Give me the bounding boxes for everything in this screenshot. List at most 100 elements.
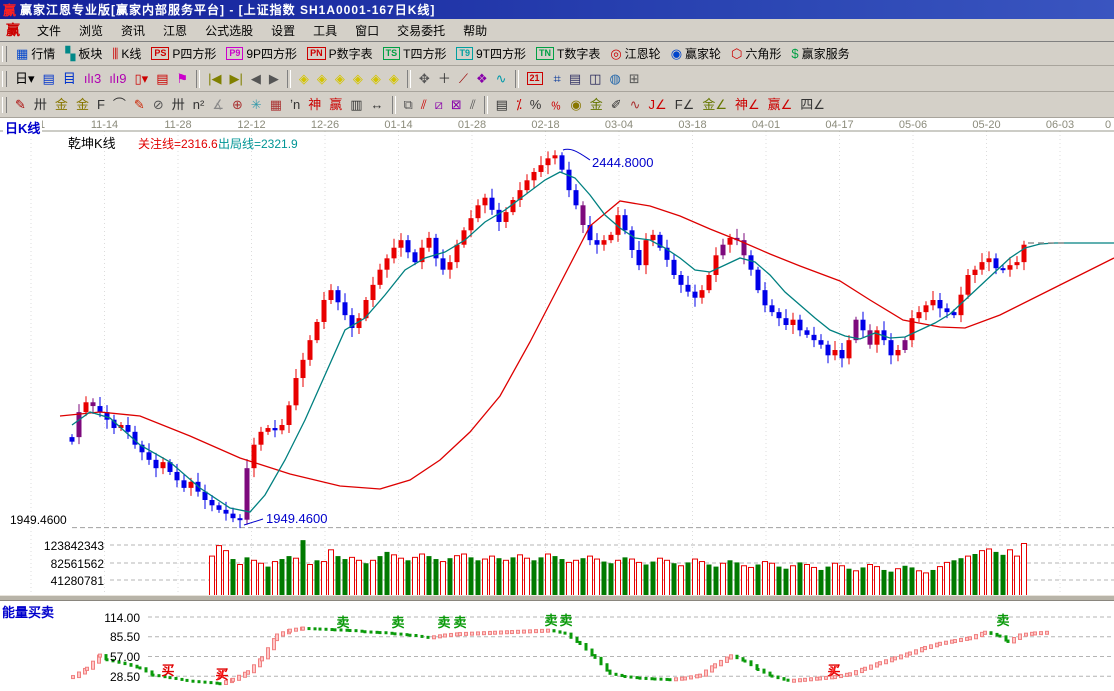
btn-save[interactable]: ◫: [586, 69, 604, 89]
tool-ying-angle[interactable]: 赢∠: [765, 95, 796, 115]
btn-diamond-compress[interactable]: ◈: [368, 69, 384, 89]
tool-gold-ruler-2[interactable]: 金: [73, 95, 92, 115]
btn-info-doc[interactable]: 目: [60, 69, 79, 89]
btn-notepad[interactable]: ▤: [566, 69, 584, 89]
menu-settings[interactable]: 设置: [262, 20, 304, 41]
tool-gold-ruler-1[interactable]: 金: [52, 95, 71, 115]
title-bar[interactable]: 赢 赢家江恩专业版[赢家内部服务平台] - [上证指数 SH1A0001-167…: [0, 0, 1114, 19]
tool-n-quote[interactable]: ʼn: [287, 95, 303, 115]
app-menu-icon[interactable]: 赢: [0, 20, 28, 40]
btn-kline[interactable]: ⫼ K线: [108, 44, 145, 64]
btn-9p-square[interactable]: P9 9P四方形: [222, 44, 301, 64]
btn-next[interactable]: ▶: [266, 69, 282, 89]
btn-gann-shape[interactable]: ❖: [473, 69, 491, 89]
menu-gann[interactable]: 江恩: [154, 20, 196, 41]
btn-chart-red[interactable]: ▤: [153, 69, 171, 89]
btn-winner-wheel[interactable]: ◉ 赢家轮: [667, 44, 725, 64]
btn-export[interactable]: ⊞: [626, 69, 643, 89]
tool-width[interactable]: ↔: [368, 95, 387, 115]
tool-pen-measure[interactable]: ✎: [131, 95, 148, 115]
tool-compass-circle[interactable]: ⊘: [150, 95, 167, 115]
tool-scale[interactable]: ▤: [493, 95, 511, 115]
btn-pan-hand[interactable]: ✥: [416, 69, 433, 89]
btn-crosshair[interactable]: ＋: [435, 69, 454, 89]
menu-window[interactable]: 窗口: [346, 20, 388, 41]
menu-browse[interactable]: 浏览: [70, 20, 112, 41]
btn-prev[interactable]: ◀: [248, 69, 264, 89]
btn-cycle-tool[interactable]: ∿: [493, 69, 510, 89]
btn-diamond-down[interactable]: ◈: [350, 69, 366, 89]
chart-canvas[interactable]: [0, 118, 1114, 691]
tool-box[interactable]: ⧉: [401, 95, 416, 115]
tool-gold-angle[interactable]: 金∠: [699, 95, 730, 115]
toolbar-grip[interactable]: [2, 70, 7, 87]
btn-calendar[interactable]: 21: [524, 69, 549, 89]
tool-percent-lines[interactable]: ﹪: [546, 95, 565, 115]
btn-line-marker[interactable]: ⟋: [456, 69, 471, 89]
tool-hash-ruler[interactable]: 卅: [31, 95, 50, 115]
btn-first-page[interactable]: |◀: [205, 69, 224, 89]
btn-t-square[interactable]: TS T四方形: [379, 44, 451, 64]
candle-body: [979, 262, 985, 270]
tool-si-angle[interactable]: 四∠: [797, 95, 828, 115]
tool-fence[interactable]: ▥: [347, 95, 365, 115]
tool-grid-web[interactable]: ▦: [267, 95, 285, 115]
menu-formula-stockpick[interactable]: 公式选股: [196, 20, 262, 41]
tool-grid-fan[interactable]: ⊠: [448, 95, 465, 115]
btn-bars-3[interactable]: ılı3: [81, 69, 104, 89]
tool-arc[interactable]: ⌒: [110, 95, 129, 115]
btn-period-day[interactable]: 日▾: [12, 69, 38, 89]
tool-hash-ruler-2[interactable]: 卅: [169, 95, 188, 115]
btn-p-table[interactable]: PN P数字表: [303, 44, 377, 64]
menu-help[interactable]: 帮助: [454, 20, 496, 41]
tool-j-angle[interactable]: J∠: [646, 95, 670, 115]
volume-bar-up: [720, 562, 726, 597]
btn-t-table[interactable]: TN T数字表: [532, 44, 604, 64]
menu-file[interactable]: 文件: [28, 20, 70, 41]
toolbar-grip[interactable]: [2, 45, 7, 62]
btn-p-square[interactable]: PS P四方形: [147, 44, 220, 64]
menu-trade[interactable]: 交易委托: [388, 20, 454, 41]
tool-wave-gold[interactable]: ∿: [627, 95, 644, 115]
btn-diamond-left[interactable]: ◈: [296, 69, 312, 89]
tool-angle[interactable]: ∡: [209, 95, 227, 115]
btn-diamond-up[interactable]: ◈: [332, 69, 348, 89]
btn-calculator[interactable]: ⌗: [551, 69, 564, 89]
chart-area[interactable]: 10-3111-1411-2812-1212-2601-1401-2802-18…: [0, 118, 1114, 691]
tool-gold-lines[interactable]: 金: [587, 95, 606, 115]
btn-sectors[interactable]: ▚ 板块: [61, 44, 106, 64]
btn-last-page[interactable]: ▶|: [227, 69, 246, 89]
tool-f-ruler[interactable]: F: [94, 95, 108, 115]
btn-winner-service[interactable]: $ 赢家服务: [787, 44, 853, 64]
btn-9t-square[interactable]: T9 9T四方形: [452, 44, 530, 64]
btn-gann-wheel[interactable]: ◎ 江恩轮: [606, 44, 664, 64]
btn-candle-style[interactable]: ▯▾: [132, 69, 152, 89]
tool-purple-fan[interactable]: ⧄: [432, 95, 446, 115]
tool-fan-lines[interactable]: ⫽: [418, 95, 430, 115]
tool-brush[interactable]: ✐: [608, 95, 625, 115]
toolbar-grip[interactable]: [2, 96, 7, 113]
tool-circle-cross[interactable]: ⊕: [229, 95, 246, 115]
tool-n-squared[interactable]: n²: [190, 95, 208, 115]
btn-quotes[interactable]: ▦ 行情: [12, 44, 59, 64]
btn-hexagon[interactable]: ⬡ 六角形: [727, 44, 785, 64]
tool-gold-circle[interactable]: ◉: [567, 95, 584, 115]
tool-percent-7[interactable]: ⁒: [513, 95, 525, 115]
btn-diamond-right[interactable]: ◈: [314, 69, 330, 89]
tool-star-web[interactable]: ✳: [248, 95, 265, 115]
btn-chart-window[interactable]: ▤: [40, 69, 58, 89]
tool-ying-ruler[interactable]: 赢: [326, 95, 345, 115]
tool-pen-ruler[interactable]: ✎: [12, 95, 29, 115]
tool-shen-angle[interactable]: 神∠: [732, 95, 763, 115]
tool-percent[interactable]: %: [527, 95, 545, 115]
tool-f-angle[interactable]: F∠: [672, 95, 698, 115]
menu-news[interactable]: 资讯: [112, 20, 154, 41]
tool-parallel-lines[interactable]: ⫽: [467, 95, 479, 115]
btn-diamond-expand[interactable]: ◈: [386, 69, 402, 89]
tool-shen-ruler[interactable]: 神: [305, 95, 324, 115]
pane-splitter[interactable]: [0, 595, 1114, 601]
btn-network[interactable]: ◍: [606, 69, 623, 89]
btn-flag[interactable]: ⚑: [174, 69, 192, 89]
btn-bars-9[interactable]: ılı9: [106, 69, 129, 89]
menu-tools[interactable]: 工具: [304, 20, 346, 41]
